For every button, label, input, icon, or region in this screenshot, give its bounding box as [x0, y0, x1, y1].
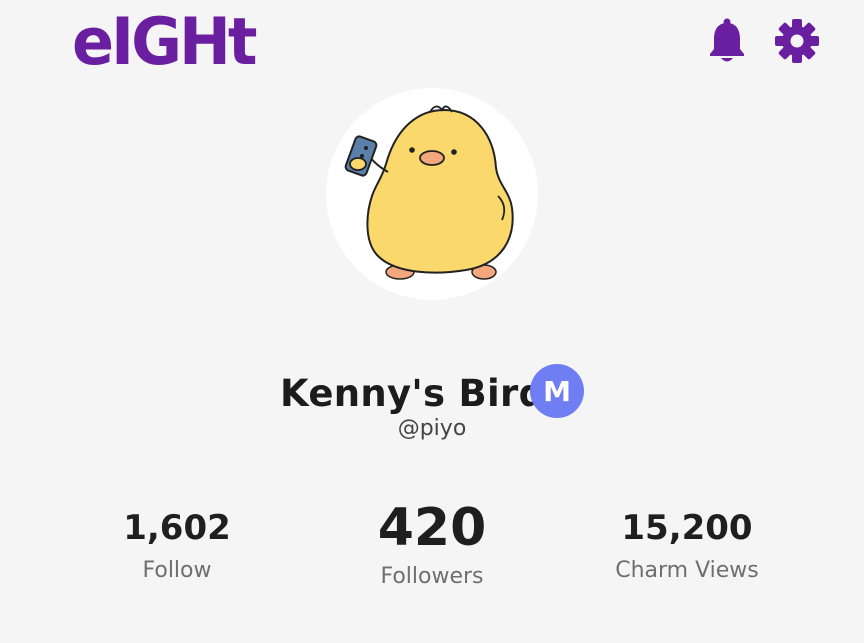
profile-name-row: Kenny's Bird M	[0, 362, 864, 422]
charm-views-label: Charm Views	[615, 558, 759, 583]
follow-label: Follow	[142, 558, 212, 583]
followers-count: 420	[377, 498, 487, 558]
app-logo[interactable]: eIGHt	[72, 4, 258, 80]
member-badge[interactable]: M	[530, 364, 584, 418]
follow-count: 1,602	[123, 508, 231, 548]
top-header: eIGHt	[0, 0, 864, 90]
settings-button[interactable]	[772, 16, 822, 66]
followers-label: Followers	[380, 564, 484, 589]
profile-avatar[interactable]	[326, 88, 538, 300]
chick-avatar-image	[344, 105, 514, 280]
display-name: Kenny's Bird	[280, 372, 546, 415]
notifications-button[interactable]	[702, 16, 752, 66]
charm-views-count: 15,200	[621, 508, 753, 548]
profile-handle: @piyo	[397, 416, 467, 441]
bell-icon	[710, 18, 744, 62]
profile-handle-container: @piyo	[0, 416, 864, 441]
gear-icon	[775, 19, 819, 63]
stat-charm-views[interactable]: 15,200 Charm Views	[592, 508, 782, 583]
stat-followers[interactable]: 420 Followers	[347, 498, 517, 589]
stat-follow[interactable]: 1,602 Follow	[92, 508, 262, 583]
badge-letter: M	[543, 374, 571, 408]
